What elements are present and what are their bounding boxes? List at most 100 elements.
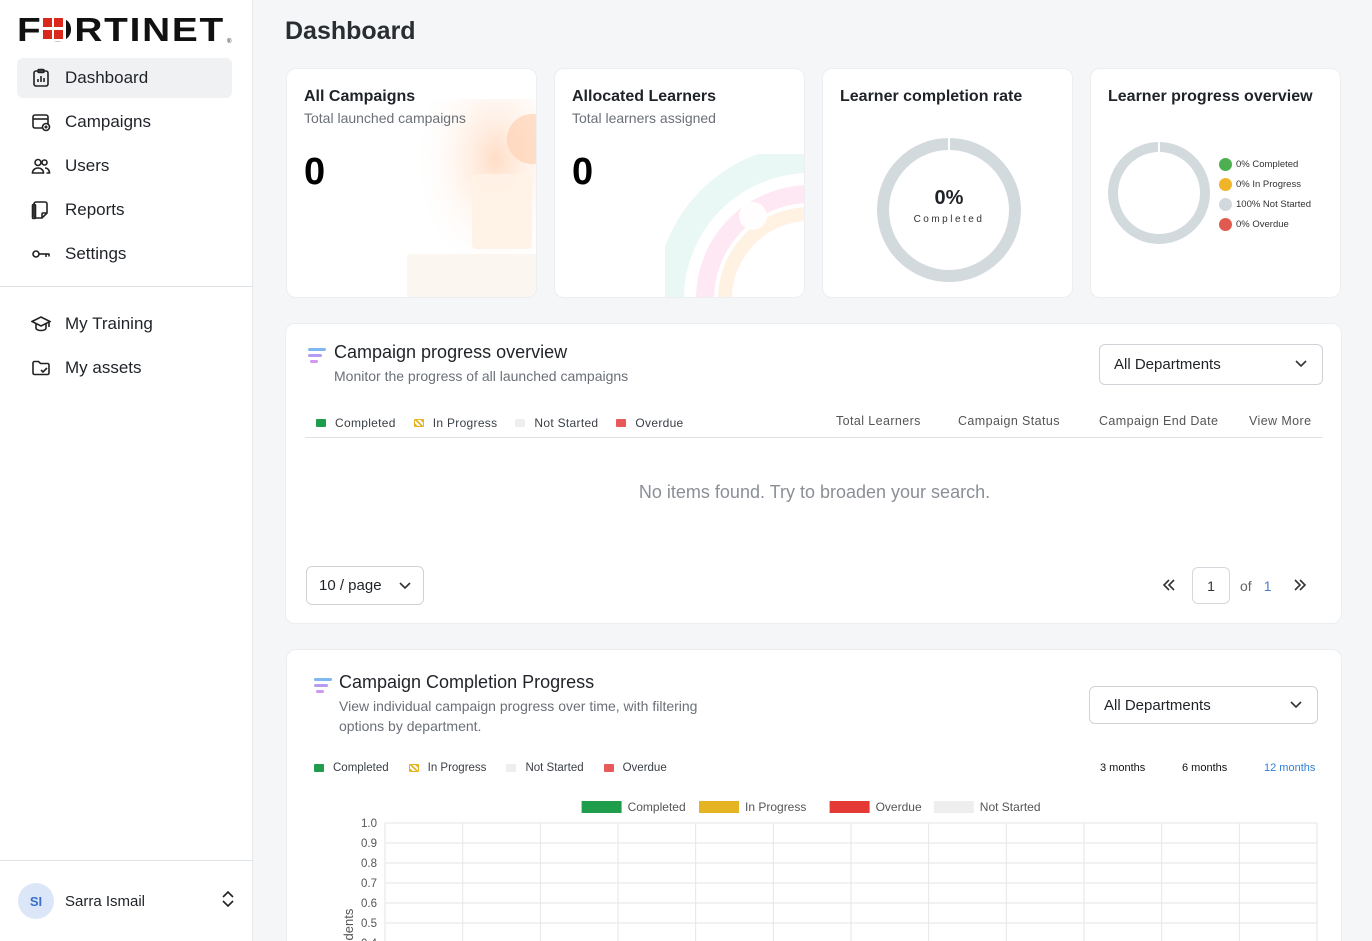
chart-legend-swatch — [699, 801, 739, 813]
column-campaign-status[interactable]: Campaign Status — [958, 414, 1060, 428]
legend-item: 0% In Progress — [1219, 174, 1311, 194]
avatar: SI — [18, 883, 54, 919]
pagination-of-label: of — [1240, 577, 1252, 594]
svg-text:®: ® — [227, 38, 232, 44]
legend-item: 0% Completed — [1219, 154, 1311, 174]
legend-swatch — [603, 764, 614, 772]
legend-label: Completed — [335, 416, 396, 430]
department-select-value: All Departments — [1104, 696, 1211, 714]
legend-swatch — [316, 419, 326, 427]
dashboard-icon — [30, 67, 52, 89]
tab-3-months[interactable]: 3 months — [1100, 762, 1145, 774]
legend-label: Not Started — [525, 762, 584, 774]
campaigns-icon — [30, 111, 52, 133]
reports-icon — [30, 199, 52, 221]
stat-card-allocated-learners: Allocated Learners Total learners assign… — [554, 68, 805, 298]
column-campaign-end-date[interactable]: Campaign End Date — [1099, 414, 1218, 428]
sidebar-item-my-assets[interactable]: My assets — [17, 348, 232, 388]
legend-dot — [1219, 177, 1232, 191]
stat-subtitle: Total launched campaigns — [304, 110, 466, 126]
stat-card-progress-overview: Learner progress overview 0% Completed 0… — [1090, 68, 1341, 298]
completion-value: 0% — [934, 187, 964, 209]
legend-swatch — [506, 764, 517, 772]
chart-legend-swatch — [933, 801, 974, 813]
legend-label: In Progress — [432, 416, 498, 430]
sidebar-item-reports[interactable]: Reports — [17, 190, 232, 230]
legend-label: Completed — [333, 762, 389, 774]
graduation-cap-icon — [30, 313, 52, 335]
section-bars-icon — [314, 678, 332, 693]
legend-not-started: Not Started — [506, 762, 584, 774]
page-size-select[interactable]: 10 / page — [306, 566, 424, 605]
column-view-more[interactable]: View More — [1249, 414, 1311, 428]
tab-6-months[interactable]: 6 months — [1182, 762, 1227, 774]
stat-value: 0 — [304, 151, 326, 193]
sidebar-item-users[interactable]: Users — [17, 146, 232, 186]
legend-in-progress: In Progress — [408, 762, 486, 774]
users-icon — [30, 155, 52, 177]
section-subtitle-line2: options by department. — [339, 718, 482, 734]
chart-y-tick-label: 0.9 — [361, 838, 377, 850]
legend-label: Not Started — [534, 416, 599, 430]
first-page-icon[interactable] — [1154, 578, 1184, 594]
sidebar-item-dashboard[interactable]: Dashboard — [17, 58, 232, 98]
fortinet-logo[interactable]: FORTINET ® — [17, 14, 233, 44]
completion-progress-card: Campaign Completion Progress View indivi… — [286, 649, 1342, 941]
folder-check-icon — [30, 357, 52, 379]
sidebar-item-campaigns[interactable]: Campaigns — [17, 102, 232, 142]
stat-title: All Campaigns — [304, 88, 416, 105]
sidebar-item-settings[interactable]: Settings — [17, 234, 232, 274]
section-subtitle: Monitor the progress of all launched cam… — [334, 368, 629, 384]
legend-label: 0% In Progress — [1236, 178, 1301, 190]
sidebar-item-label: Settings — [65, 244, 127, 263]
sidebar-item-label: Reports — [65, 200, 125, 219]
legend-completed: Completed — [314, 762, 389, 774]
chevron-up-down-icon[interactable] — [220, 890, 236, 913]
campaign-progress-card: Campaign progress overview Monitor the p… — [285, 323, 1342, 624]
stat-card-all-campaigns: All Campaigns Total launched campaigns 0 — [286, 68, 537, 298]
decorative-cubes-illustration — [397, 99, 536, 297]
department-select-value: All Departments — [1114, 356, 1221, 373]
sidebar-item-label: My assets — [65, 358, 142, 377]
legend-dot — [1219, 157, 1232, 171]
column-total-learners[interactable]: Total Learners — [836, 414, 921, 428]
legend-label: 0% Completed — [1236, 158, 1299, 170]
legend-overdue: Overdue — [616, 416, 683, 430]
page-size-value: 10 / page — [319, 577, 382, 594]
department-select[interactable]: All Departments — [1099, 344, 1323, 385]
stat-subtitle: Total learners assigned — [572, 110, 716, 126]
section-bars-icon — [308, 348, 326, 363]
stat-title: Learner progress overview — [1108, 88, 1313, 105]
legend-not-started: Not Started — [515, 416, 598, 430]
chart-legend-swatch — [581, 801, 622, 813]
chart-y-tick-label: 0.7 — [361, 878, 377, 890]
page-title: Dashboard — [285, 17, 416, 45]
last-page-icon[interactable] — [1285, 578, 1315, 594]
legend-label: 0% Overdue — [1236, 218, 1289, 230]
nav-divider — [0, 286, 253, 287]
main-content: Dashboard All Campaigns Total launched c… — [253, 0, 1372, 941]
completion-caption: Completed — [913, 214, 985, 225]
user-divider — [0, 860, 253, 861]
page-number-input[interactable]: 1 — [1192, 567, 1230, 604]
user-menu[interactable]: SI Sarra Ismail — [18, 883, 236, 919]
legend-label: Overdue — [622, 762, 667, 774]
sidebar-item-label: My Training — [65, 314, 153, 333]
legend-swatch — [515, 419, 526, 427]
sidebar-item-label: Dashboard — [65, 68, 149, 87]
main-nav: Dashboard Campaigns Users Reports Settin… — [17, 58, 232, 278]
tab-12-months[interactable]: 12 months — [1264, 762, 1315, 774]
stat-value: 0 — [572, 151, 594, 193]
stat-title: Allocated Learners — [572, 88, 717, 105]
legend-dot — [1219, 217, 1232, 231]
department-select[interactable]: All Departments — [1089, 686, 1318, 724]
pagination-total: 1 — [1263, 577, 1272, 594]
chart-y-axis-label: Students — [341, 908, 356, 941]
user-name: Sarra Ismail — [65, 892, 146, 910]
decorative-rainbow-illustration — [665, 154, 804, 297]
stat-title: Learner completion rate — [840, 88, 1023, 105]
completion-donut — [877, 136, 1021, 282]
sidebar-item-my-training[interactable]: My Training — [17, 304, 232, 344]
chevron-down-icon — [1289, 697, 1303, 714]
legend-swatch — [314, 764, 324, 772]
